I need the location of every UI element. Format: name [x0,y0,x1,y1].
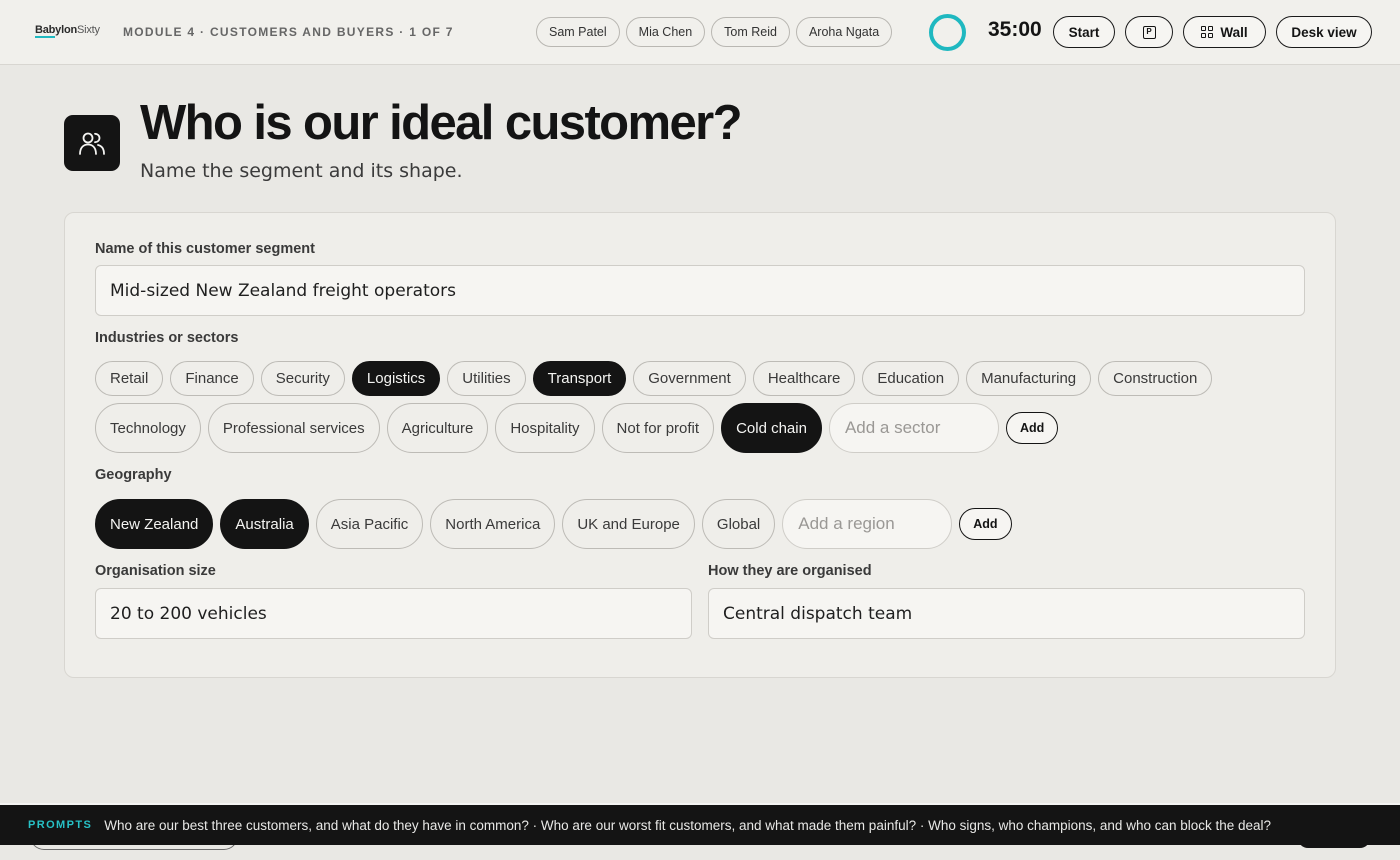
sector-add-input[interactable]: Add a sector [828,403,999,453]
region-chip-asia-pacific[interactable]: Asia Pacific [315,499,424,549]
segment-name-input[interactable]: Mid-sized New Zealand freight operators [95,265,1305,316]
industry-chip-government[interactable]: Government [633,361,746,396]
logo-underline [35,36,55,38]
timer: 35:00 [988,18,1042,41]
desk-view-label: Desk view [1291,24,1357,40]
industry-chip-utilities[interactable]: Utilities [447,361,526,396]
participant-chip[interactable]: Mia Chen [625,17,706,47]
participant-chip[interactable]: Sam Patel [536,17,620,47]
top-bar: BabylonSixty MODULE 4 · CUSTOMERS AND BU… [0,0,1400,65]
parking-icon: P [1142,25,1156,39]
industry-chip-logistics[interactable]: Logistics [351,361,441,396]
organised-input[interactable]: Central dispatch team [708,588,1305,639]
industry-chip-agriculture[interactable]: Agriculture [386,403,489,453]
industry-chip-security[interactable]: Security [260,361,345,396]
page-title: Who is our ideal customer? [140,96,743,150]
industry-chips-row-2: Technology Professional services Agricultu… [95,403,1059,453]
industries-label: Industries or sectors [95,330,239,346]
sector-add-button[interactable]: Add [1005,412,1059,444]
participant-chip[interactable]: Tom Reid [711,17,790,47]
start-button-label: Start [1068,24,1100,40]
participant-list: Sam Patel Mia Chen Tom Reid Aroha Ngata [536,17,893,47]
participant-chip[interactable]: Aroha Ngata [795,17,893,47]
region-add-input[interactable]: Add a region [782,499,953,549]
industry-chip-cold-chain[interactable]: Cold chain [721,403,822,453]
org-size-input[interactable]: 20 to 200 vehicles [95,588,692,639]
industry-chip-education[interactable]: Education [862,361,960,396]
industry-chip-finance[interactable]: Finance [170,361,254,396]
page-subtitle: Name the segment and its shape. [140,160,463,182]
prompts-text: Who are our best three customers, and wh… [104,817,1272,833]
segment-label: Name of this customer segment [95,241,315,257]
start-button[interactable]: Start [1053,16,1115,48]
desk-view-button[interactable]: Desk view [1276,16,1372,48]
region-chip-north-america[interactable]: North America [430,499,556,549]
industry-chip-manufacturing[interactable]: Manufacturing [966,361,1092,396]
geography-chips: New Zealand Australia Asia Pacific North Am… [95,499,1012,549]
org-size-label: Organisation size [95,563,216,579]
grid-icon [1201,26,1214,38]
organised-label: How they are organised [708,563,872,579]
industry-chips-row-1: Retail Finance Security Logistics Utilities T… [95,361,1213,396]
region-add-button[interactable]: Add [959,508,1012,540]
module-label: MODULE 4 · CUSTOMERS AND BUYERS · 1 OF 7 [123,25,454,39]
industry-chip-transport[interactable]: Transport [532,361,627,396]
industry-chip-retail[interactable]: Retail [95,361,164,396]
geography-label: Geography [95,467,172,483]
region-chip-australia[interactable]: Australia [220,499,309,549]
wall-button[interactable]: Wall [1183,16,1266,48]
region-chip-global[interactable]: Global [701,499,776,549]
parking-lot-button[interactable]: P [1125,16,1173,48]
timer-ring-icon [929,14,966,51]
industry-chip-healthcare[interactable]: Healthcare [752,361,856,396]
prompts-bar: PROMPTS Who are our best three customers… [0,803,1400,845]
industry-chip-hospitality[interactable]: Hospitality [495,403,595,453]
prompts-label: PROMPTS [28,819,93,831]
region-chip-uk-and-europe[interactable]: UK and Europe [562,499,695,549]
people-icon [64,115,120,171]
industry-chip-technology[interactable]: Technology [95,403,201,453]
industry-chip-not-for-profit[interactable]: Not for profit [601,403,715,453]
industry-chip-professional-services[interactable]: Professional services [207,403,380,453]
logo: BabylonSixty [35,24,100,36]
segment-card: Name of this customer segment Mid-sized … [64,212,1336,678]
industry-chip-construction[interactable]: Construction [1098,361,1213,396]
wall-button-label: Wall [1220,24,1248,40]
region-chip-new-zealand[interactable]: New Zealand [95,499,214,549]
